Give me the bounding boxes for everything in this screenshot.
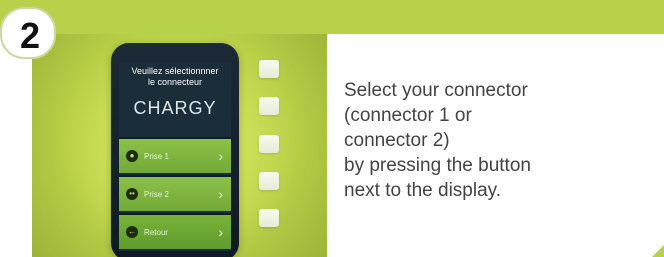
- side-button-4[interactable]: [259, 172, 279, 190]
- display-screen: Veuillez sélectionnner le connecteur CHA…: [119, 63, 231, 251]
- instruction-line-1: Select your connector: [344, 80, 528, 101]
- side-button-2[interactable]: [259, 97, 279, 115]
- instruction-text: Select your connector (connector 1 or co…: [344, 78, 644, 203]
- instruction-line-2: (connector 1 or: [344, 105, 472, 126]
- step-number: 2: [19, 15, 41, 56]
- screen-title-line-1: Veuillez sélectionnner: [131, 66, 219, 76]
- menu-item-label: Prise 2: [144, 189, 169, 199]
- instruction-line-4: by pressing the button: [344, 155, 531, 176]
- menu-item-retour[interactable]: ← Retour ›: [119, 213, 231, 249]
- charger-photo: Veuillez sélectionnner le connecteur CHA…: [32, 34, 327, 257]
- chevron-right-icon: ›: [218, 148, 223, 164]
- side-button-1[interactable]: [259, 60, 279, 78]
- menu-item-prise-2[interactable]: •• Prise 2 ›: [119, 175, 231, 211]
- instruction-line-3: connector 2): [344, 130, 450, 151]
- side-button-column: [259, 60, 281, 240]
- chevron-right-icon: ›: [218, 224, 223, 240]
- back-arrow-icon: ←: [126, 226, 138, 238]
- chevron-right-icon: ›: [218, 186, 223, 202]
- menu-item-prise-1[interactable]: ● Prise 1 ›: [119, 137, 231, 173]
- side-button-3[interactable]: [259, 135, 279, 153]
- screen-title-line-2: le connecteur: [147, 77, 203, 87]
- side-button-5[interactable]: [259, 209, 279, 227]
- instruction-line-5: next to the display.: [344, 180, 502, 201]
- double-dot-icon: ••: [126, 188, 138, 200]
- screen-title: Veuillez sélectionnner le connecteur: [119, 66, 231, 88]
- header-band: [0, 0, 664, 34]
- menu-item-label: Retour: [144, 227, 169, 237]
- menu-item-label: Prise 1: [144, 151, 169, 161]
- corner-accent: [652, 245, 664, 257]
- brand-logo: CHARGY: [133, 98, 217, 118]
- charger-display-device: Veuillez sélectionnner le connecteur CHA…: [111, 43, 239, 257]
- single-dot-icon: ●: [126, 150, 138, 162]
- step-badge: 2: [0, 7, 56, 59]
